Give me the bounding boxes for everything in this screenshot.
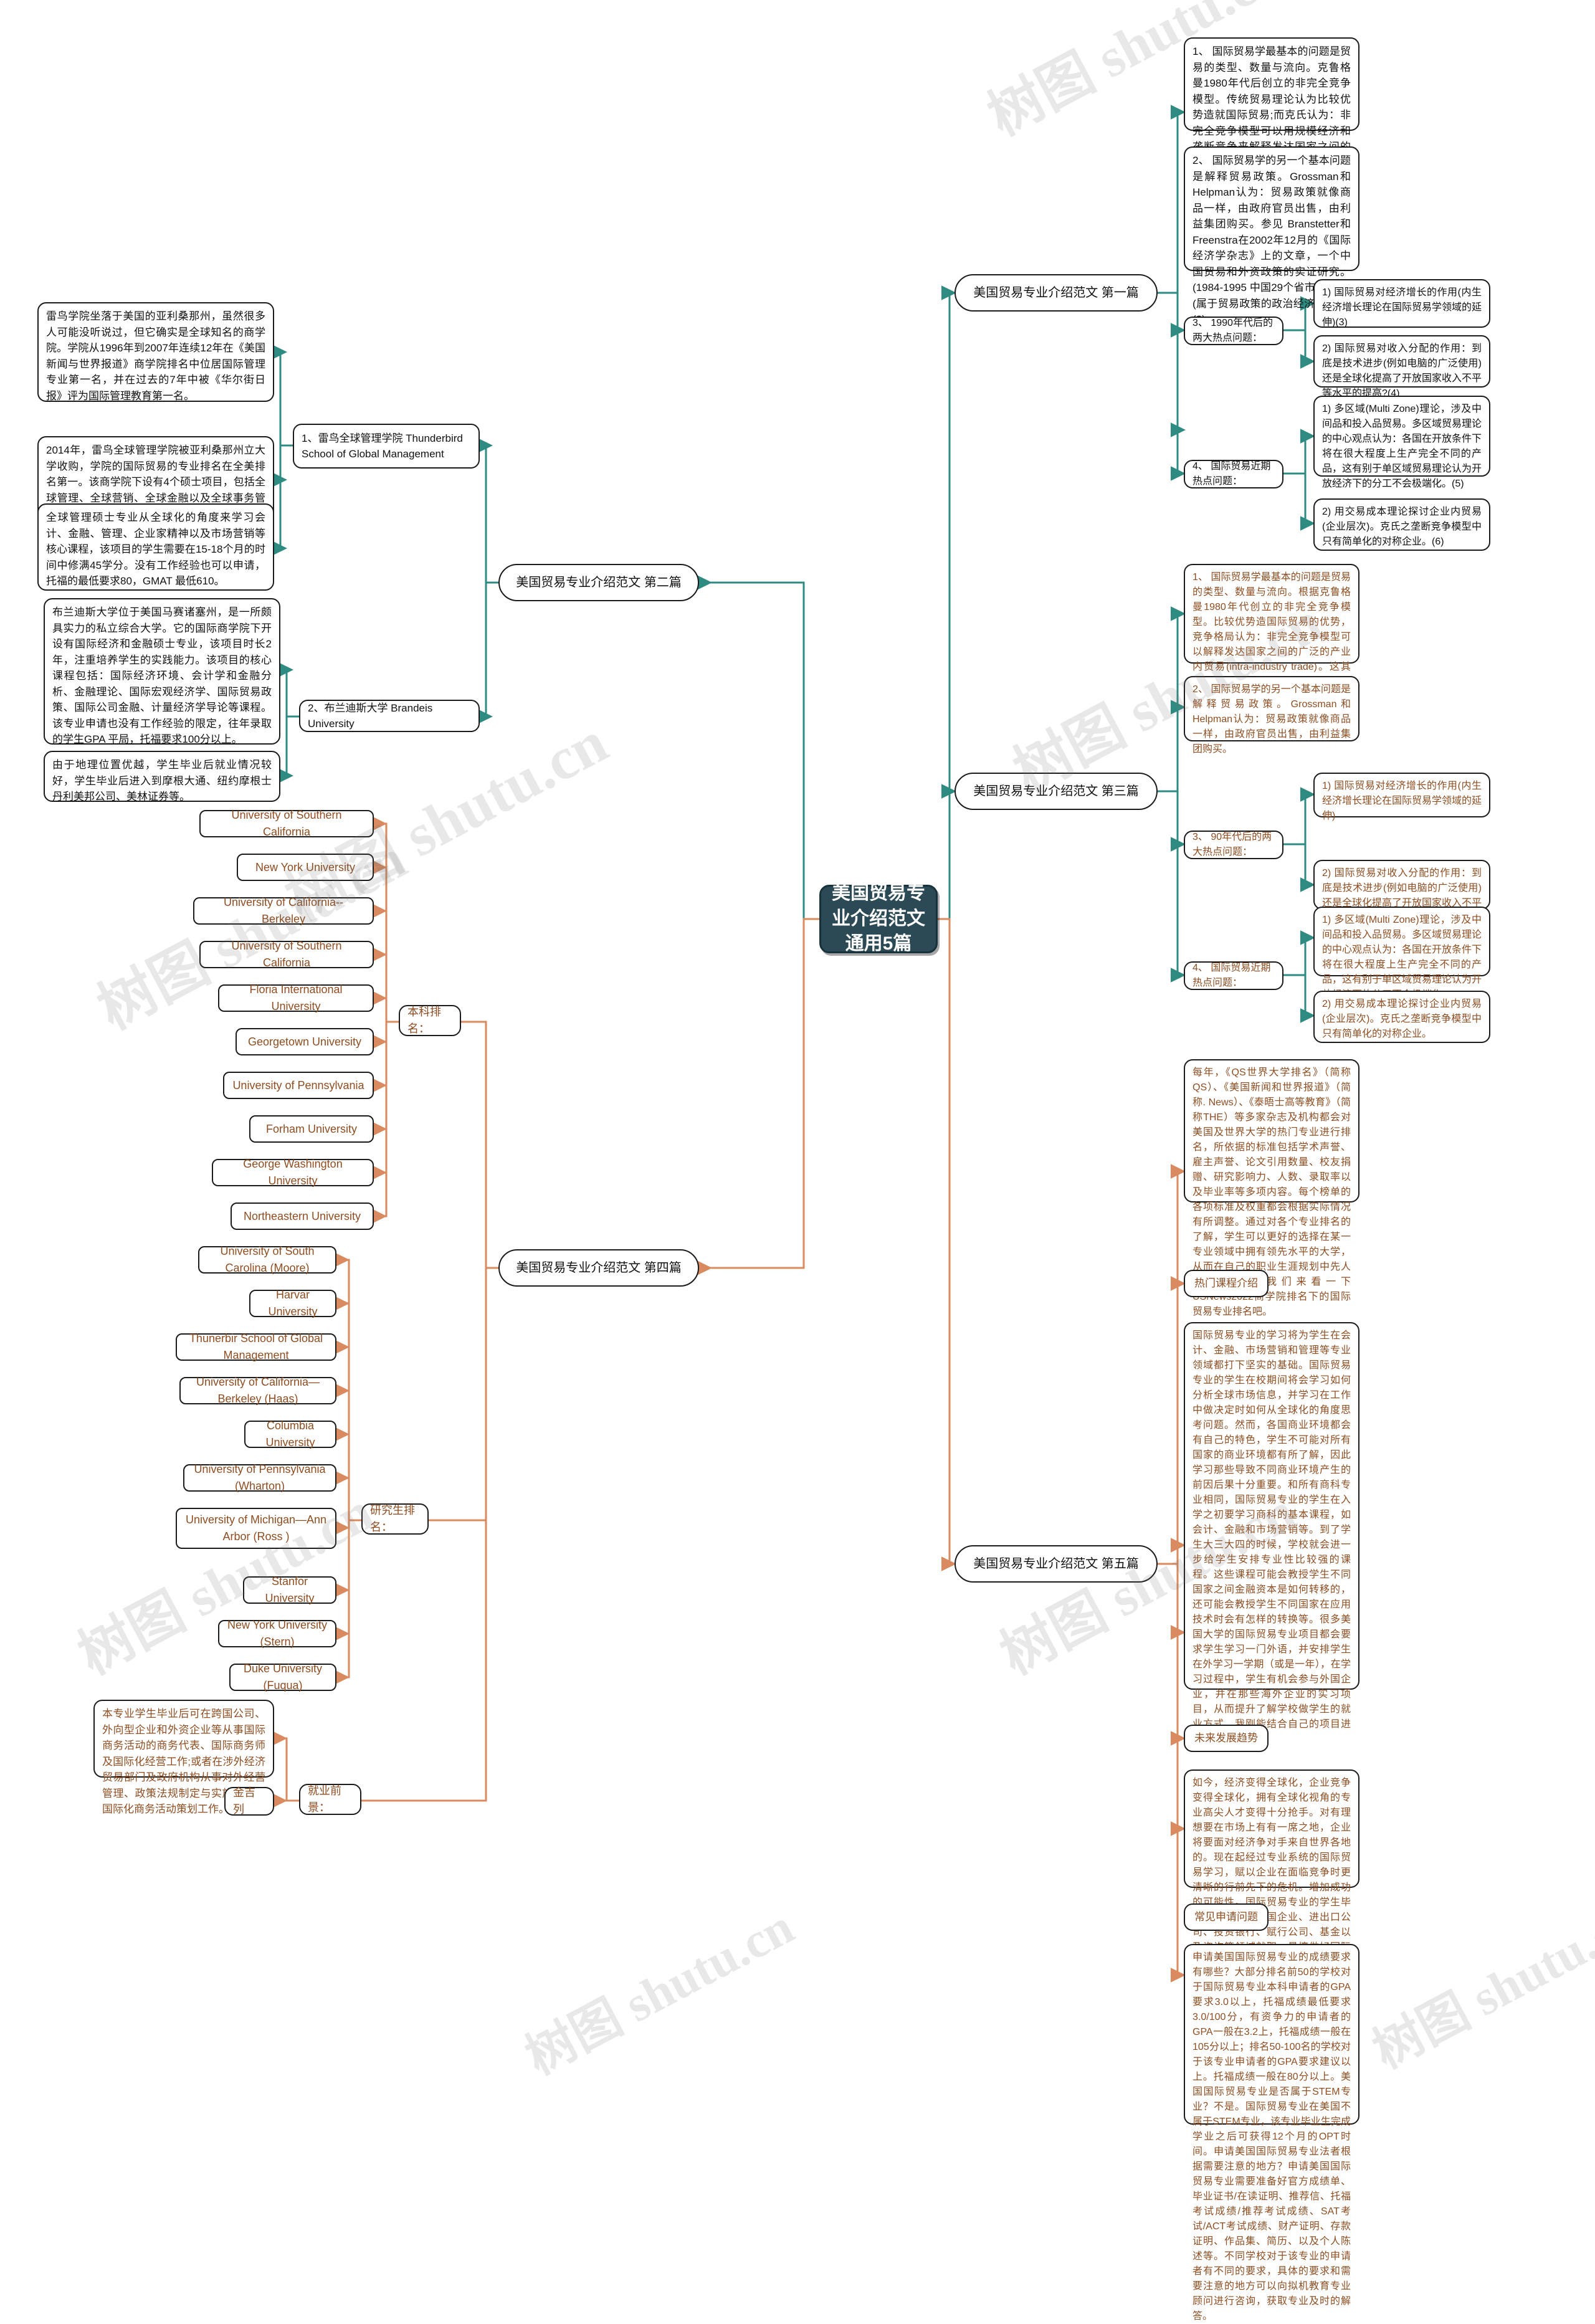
third-item-4[interactable]: 4、 国际贸易近期热点问题： [1184, 961, 1283, 990]
left-detail-thunderbird-3: 全球管理硕士专业从全球化的角度来学习会计、金融、管理、企业家精神以及市场营销等核… [37, 503, 274, 591]
list-item[interactable]: Stanfor University [243, 1575, 336, 1604]
left-detail-thunderbird-1: 雷鸟学院坐落于美国的亚利桑那州，虽然很多人可能没听说过，但它确实是全球知名的商学… [37, 302, 274, 402]
list-item[interactable]: Northeastern University [231, 1202, 374, 1230]
group-label-employment[interactable]: 就业前景： [299, 1784, 361, 1815]
central-topic-label: 美国贸易专业介绍范文通用5篇 [832, 883, 925, 955]
first-item-1: 1、 国际贸易学最基本的问题是贸易的类型、数量与流向。克鲁格曼1980年代后创立… [1184, 37, 1359, 169]
third-item-3-child-1: 1) 国际贸易对经济增长的作用(内生经济增长理论在国际贸易学领域的延伸) [1313, 773, 1490, 821]
branch-label-fifth-text: 美国贸易专业介绍范文 第五篇 [973, 1557, 1139, 1571]
list-item[interactable]: University of Michigan—Ann Arbor (Ross ) [176, 1508, 336, 1549]
list-item[interactable]: Columbia University [244, 1419, 336, 1449]
fifth-section-ranking: 每年，《QS世界大学排名》（简称QS）、《美国新闻和世界报道》（简称. News… [1184, 1059, 1359, 1317]
branch-label-fourth[interactable]: 美国贸易专业介绍范文 第四篇 [498, 1249, 699, 1287]
list-item[interactable]: University of California—Berkeley (Haas) [179, 1376, 336, 1405]
branch-label-third[interactable]: 美国贸易专业介绍范文 第三篇 [955, 773, 1158, 810]
watermark: 树图 shutu.cn [1364, 1893, 1595, 2080]
left-item-brandeis-label: 2、布兰迪斯大学 Brandeis University [308, 702, 433, 730]
branch-label-fourth-text: 美国贸易专业介绍范文 第四篇 [516, 1261, 682, 1275]
list-item[interactable]: New York University (Stern) [218, 1619, 336, 1648]
list-item[interactable]: University of Southern California [199, 809, 374, 838]
group-label-graduate[interactable]: 研究生排名： [361, 1503, 429, 1535]
left-item-thunderbird-label: 1、雷鸟全球管理学院 Thunderbird School of Global … [302, 432, 463, 460]
left-detail-brandeis-1: 布兰迪斯大学位于美国马赛诸塞州，是一所颇具实力的私立综合大学。它的国际商学院下开… [44, 598, 280, 745]
list-item[interactable]: Thunerbir School of Global Management [176, 1332, 336, 1361]
first-item-3-child-1: 1) 国际贸易对经济增长的作用(内生经济增长理论在国际贸易学领域的延伸)(3) [1313, 279, 1490, 328]
third-item-1: 1、 国际贸易学最基本的问题是贸易的类型、数量与流向。根据克鲁格曼1980年代创… [1184, 564, 1359, 702]
branch-label-fifth[interactable]: 美国贸易专业介绍范文 第五篇 [955, 1545, 1158, 1583]
branch-label-first-text: 美国贸易专业介绍范文 第一篇 [973, 286, 1139, 300]
first-item-4[interactable]: 4、 国际贸易近期热点问题： [1184, 460, 1283, 488]
fifth-section-courses: 国际贸易专业的学习将为学生在会计、金融、市场营销和管理等专业领域都打下坚实的基础… [1184, 1322, 1359, 1745]
employment-agency[interactable]: 金吉列 [224, 1786, 274, 1816]
third-item-3-child-2: 2) 国际贸易对收入分配的作用：到底是技术进步(例如电脑的广泛使用)还是全球化提… [1313, 860, 1490, 923]
watermark: 树图 shutu.cn [517, 1899, 802, 2086]
list-item[interactable]: Duke University (Fuqua) [229, 1662, 336, 1692]
first-item-2: 2、 国际贸易学的另一个基本问题是解释贸易政策。Grossman和Helpman… [1184, 146, 1359, 325]
group-label-undergrad[interactable]: 本科排名： [399, 1005, 461, 1036]
list-item[interactable]: University of Pennsylvania [223, 1072, 374, 1099]
list-item[interactable]: Floria International University [218, 983, 374, 1012]
list-item[interactable]: New York University [237, 854, 374, 881]
list-item[interactable]: Georgetown University [236, 1028, 374, 1055]
fifth-label-faq[interactable]: 常见申请问题 [1184, 1903, 1269, 1931]
left-item-brandeis[interactable]: 2、布兰迪斯大学 Brandeis University [299, 700, 480, 732]
list-item[interactable]: University of Pennsylvania (Wharton) [183, 1463, 336, 1492]
employment-description: 本专业学生毕业后可在跨国公司、外向型企业和外资企业等从事国际商务活动的商务代表、… [93, 1700, 274, 1815]
list-item[interactable]: University of South Carolina (Moore) [198, 1245, 336, 1274]
central-topic[interactable]: 美国贸易专业介绍范文通用5篇 [819, 883, 938, 954]
watermark: 树图 shutu.cn [69, 1481, 383, 1687]
list-item[interactable]: George Washington University [212, 1158, 374, 1187]
left-detail-brandeis-2: 由于地理位置优越，学生毕业后就业情况较好，学生毕业后进入到摩根大通、纽约摩根士丹… [44, 751, 280, 802]
first-item-4-child-1: 1) 多区域(Multi Zone)理论，涉及中间品和投入品贸易。多区域贸易理论… [1313, 396, 1490, 489]
list-item[interactable]: Harvar University [249, 1288, 336, 1318]
third-item-4-child-2: 2) 用交易成本理论探讨企业内贸易(企业层次)。克氏之垄断竞争模型中只有简单化的… [1313, 991, 1490, 1043]
branch-label-third-text: 美国贸易专业介绍范文 第三篇 [973, 784, 1139, 798]
third-item-2: 2、 国际贸易学的另一个基本问题是解释贸易政策。Grossman和Helpman… [1184, 676, 1359, 755]
list-item[interactable]: University of Southern California [199, 940, 374, 969]
list-item[interactable]: Forham University [249, 1115, 374, 1143]
left-item-thunderbird[interactable]: 1、雷鸟全球管理学院 Thunderbird School of Global … [293, 424, 480, 469]
branch-label-second[interactable]: 美国贸易专业介绍范文 第二篇 [498, 564, 699, 601]
third-item-4-child-1: 1) 多区域(Multi Zone)理论，涉及中间品和投入品贸易。多区域贸易理论… [1313, 907, 1490, 1000]
fifth-section-faq: 申请美国国际贸易专业的成绩要求有哪些？大部分排名前50的学校对于国际贸易专业本科… [1184, 1944, 1359, 2322]
branch-label-first[interactable]: 美国贸易专业介绍范文 第一篇 [955, 274, 1158, 312]
first-item-3[interactable]: 3、 1990年代后的两大热点问题： [1184, 317, 1283, 345]
first-item-3-child-2: 2) 国际贸易对收入分配的作用：到底是技术进步(例如电脑的广泛使用)还是全球化提… [1313, 335, 1490, 399]
branch-label-second-text: 美国贸易专业介绍范文 第二篇 [516, 576, 682, 589]
third-item-3[interactable]: 3、 90年代后的两大热点问题： [1184, 831, 1283, 859]
list-item[interactable]: University of California--Berkeley [193, 896, 374, 925]
fifth-label-courses[interactable]: 热门课程介绍 [1184, 1270, 1269, 1297]
mindmap-canvas: 美国贸易专业介绍范文通用5篇 美国贸易专业介绍范文 第二篇 1、雷鸟全球管理学院… [0, 0, 1595, 2322]
first-item-4-child-2: 2) 用交易成本理论探讨企业内贸易(企业层次)。克氏之垄断竞争模型中只有简单化的… [1313, 498, 1490, 551]
fifth-section-trends: 如今，经济变得全球化，企业竞争变得全球化，拥有全球化视角的专业高尖人才变得十分抢… [1184, 1769, 1359, 1998]
fifth-label-trends[interactable]: 未来发展趋势 [1184, 1725, 1269, 1752]
